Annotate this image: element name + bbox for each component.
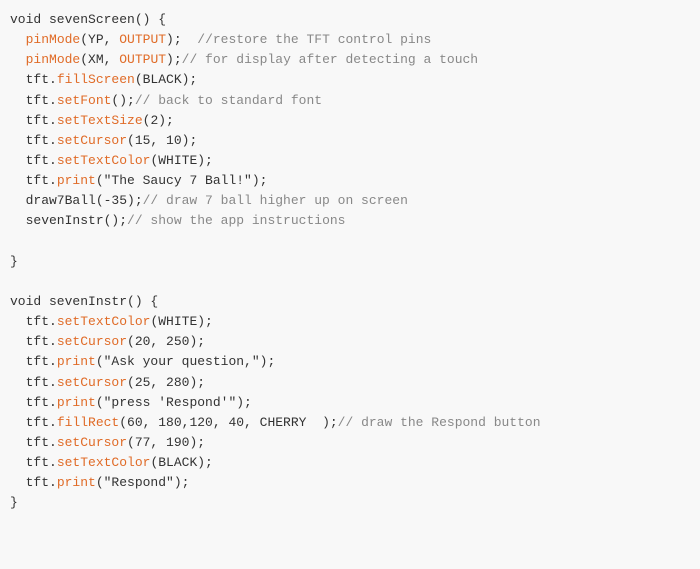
code-text: tft. bbox=[10, 455, 57, 470]
code-text: } bbox=[10, 254, 18, 269]
code-text: ); bbox=[166, 32, 197, 47]
code-text: } bbox=[10, 495, 18, 510]
code-indent bbox=[10, 32, 26, 47]
code-param-output: OUTPUT bbox=[119, 32, 166, 47]
code-line-8: tft.setTextColor(WHITE); bbox=[0, 151, 700, 171]
code-method-setcursor3: setCursor bbox=[57, 375, 127, 390]
code-line-13: } bbox=[0, 252, 700, 272]
code-editor: void sevenScreen() { pinMode(YP, OUTPUT)… bbox=[0, 0, 700, 524]
code-text: tft. bbox=[10, 375, 57, 390]
code-text: (WHITE); bbox=[150, 153, 212, 168]
code-text: void sevenInstr() { bbox=[10, 294, 158, 309]
code-text: tft. bbox=[10, 475, 57, 490]
code-text: ("The Saucy 7 Ball!"); bbox=[96, 173, 268, 188]
code-text: tft. bbox=[10, 72, 57, 87]
code-line-20: tft.print("press 'Respond'"); bbox=[0, 393, 700, 413]
code-method-settextcolor: setTextColor bbox=[57, 153, 151, 168]
code-line-11: sevenInstr();// show the app instruction… bbox=[0, 211, 700, 231]
code-method-settextcolor2: setTextColor bbox=[57, 314, 151, 329]
code-text: tft. bbox=[10, 113, 57, 128]
code-line-21: tft.fillRect(60, 180,120, 40, CHERRY );/… bbox=[0, 413, 700, 433]
code-line-15: void sevenInstr() { bbox=[0, 292, 700, 312]
code-line-18: tft.print("Ask your question,"); bbox=[0, 352, 700, 372]
code-line-17: tft.setCursor(20, 250); bbox=[0, 332, 700, 352]
code-line-25: } bbox=[0, 493, 700, 513]
code-text: tft. bbox=[10, 435, 57, 450]
code-method-setcursor: setCursor bbox=[57, 133, 127, 148]
code-text: (BLACK); bbox=[135, 72, 197, 87]
code-method-pinmode: pinMode bbox=[26, 32, 81, 47]
code-line-24: tft.print("Respond"); bbox=[0, 473, 700, 493]
code-method-settextcolor3: setTextColor bbox=[57, 455, 151, 470]
code-param-output2: OUTPUT bbox=[119, 52, 166, 67]
code-text: tft. bbox=[10, 93, 57, 108]
code-comment: // draw 7 ball higher up on screen bbox=[143, 193, 408, 208]
code-comment: // for display after detecting a touch bbox=[182, 52, 478, 67]
code-line-10: draw7Ball(-35);// draw 7 ball higher up … bbox=[0, 191, 700, 211]
code-text: tft. bbox=[10, 395, 57, 410]
code-comment: // back to standard font bbox=[135, 93, 322, 108]
code-text: (BLACK); bbox=[150, 455, 212, 470]
code-text: (15, 10); bbox=[127, 133, 197, 148]
code-method-print4: print bbox=[57, 475, 96, 490]
code-blank-1 bbox=[0, 232, 700, 252]
code-text: ); bbox=[166, 52, 182, 67]
code-text: draw7Ball(-35); bbox=[10, 193, 143, 208]
code-line-16: tft.setTextColor(WHITE); bbox=[0, 312, 700, 332]
code-line-19: tft.setCursor(25, 280); bbox=[0, 373, 700, 393]
code-method-print3: print bbox=[57, 395, 96, 410]
code-blank-2 bbox=[0, 272, 700, 292]
code-comment: // show the app instructions bbox=[127, 213, 345, 228]
code-text: tft. bbox=[10, 334, 57, 349]
code-text: tft. bbox=[10, 173, 57, 188]
code-line-23: tft.setTextColor(BLACK); bbox=[0, 453, 700, 473]
code-text: tft. bbox=[10, 415, 57, 430]
code-text: (); bbox=[111, 93, 134, 108]
code-text: (77, 190); bbox=[127, 435, 205, 450]
code-text: tft. bbox=[10, 314, 57, 329]
code-line-9: tft.print("The Saucy 7 Ball!"); bbox=[0, 171, 700, 191]
code-method-fillrect: fillRect bbox=[57, 415, 119, 430]
code-method-print2: print bbox=[57, 354, 96, 369]
code-line-22: tft.setCursor(77, 190); bbox=[0, 433, 700, 453]
code-text: void sevenScreen() { bbox=[10, 12, 166, 27]
code-method-fillscreen: fillScreen bbox=[57, 72, 135, 87]
code-method-setcursor2: setCursor bbox=[57, 334, 127, 349]
code-text: sevenInstr(); bbox=[10, 213, 127, 228]
code-line-5: tft.setFont();// back to standard font bbox=[0, 91, 700, 111]
code-text: ("Ask your question,"); bbox=[96, 354, 275, 369]
code-line-2: pinMode(YP, OUTPUT); //restore the TFT c… bbox=[0, 30, 700, 50]
code-line-1: void sevenScreen() { bbox=[0, 10, 700, 30]
code-method-setfont: setFont bbox=[57, 93, 112, 108]
code-text: tft. bbox=[10, 354, 57, 369]
code-method-print1: print bbox=[57, 173, 96, 188]
code-indent bbox=[10, 52, 26, 67]
code-text: (WHITE); bbox=[150, 314, 212, 329]
code-text: (20, 250); bbox=[127, 334, 205, 349]
code-comment: //restore the TFT control pins bbox=[197, 32, 431, 47]
code-text: tft. bbox=[10, 133, 57, 148]
code-method-settextsize: setTextSize bbox=[57, 113, 143, 128]
code-text: tft. bbox=[10, 153, 57, 168]
code-line-6: tft.setTextSize(2); bbox=[0, 111, 700, 131]
code-text: (25, 280); bbox=[127, 375, 205, 390]
code-method-pinmode2: pinMode bbox=[26, 52, 81, 67]
code-method-setcursor4: setCursor bbox=[57, 435, 127, 450]
code-line-4: tft.fillScreen(BLACK); bbox=[0, 70, 700, 90]
code-text: (YP, bbox=[80, 32, 119, 47]
code-line-7: tft.setCursor(15, 10); bbox=[0, 131, 700, 151]
code-text: (2); bbox=[143, 113, 174, 128]
code-text: (60, 180,120, 40, CHERRY ); bbox=[119, 415, 337, 430]
code-text: ("Respond"); bbox=[96, 475, 190, 490]
code-text: (XM, bbox=[80, 52, 119, 67]
code-line-3: pinMode(XM, OUTPUT);// for display after… bbox=[0, 50, 700, 70]
code-comment: // draw the Respond button bbox=[338, 415, 541, 430]
code-text: ("press 'Respond'"); bbox=[96, 395, 252, 410]
